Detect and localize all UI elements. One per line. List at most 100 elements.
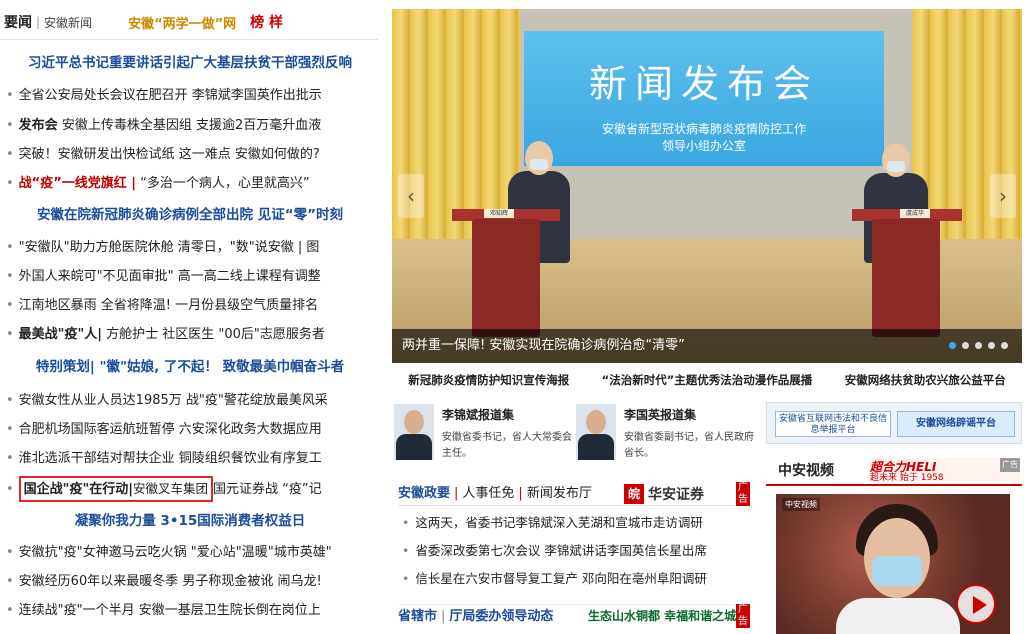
gov-news-link[interactable]: • 省委深改委第七次会议 李锦斌讲话李国英信长星出席 (398, 538, 750, 564)
news-link-text[interactable]: 连续战"疫"一个半月 安徽一基层卫生院长倒在岗位上 (19, 603, 321, 618)
promo-link-role-model[interactable]: 榜 样 (250, 12, 283, 32)
news-carousel[interactable]: 新闻发布会 安徽省新型冠状病毒肺炎疫情防控工作 领导小组办公室 邓知辉 虞成华 … (392, 9, 1022, 363)
podium (872, 219, 940, 337)
carousel-dot[interactable] (975, 342, 982, 349)
tab-gov-affairs[interactable]: 安徽政要 (398, 486, 450, 501)
leader-portrait[interactable] (394, 404, 434, 460)
leader-report-card[interactable]: 李国英报道集 安徽省委副书记，省人民政府省长。 (576, 404, 756, 466)
tab-appointments[interactable]: 人事任免 (462, 486, 514, 501)
gov-news-link[interactable]: • 这两天，省委书记李锦斌深入芜湖和宣城市走访调研 (398, 510, 750, 536)
carousel-dot[interactable] (1001, 342, 1008, 349)
tongling-ad[interactable]: 生态山水铜都 幸福和谐之城 (588, 604, 736, 628)
news-label[interactable]: 发布会 (19, 118, 58, 133)
news-link-text[interactable]: 合肥机场国际客运航班暂停 六安深化政务大数据应用 (19, 422, 322, 437)
promo-link-study[interactable]: 安徽“两学一做”网 (128, 13, 236, 32)
tab-separator: | (36, 15, 41, 29)
headline-link[interactable]: 特别策划| "徽"姑娘, 了不起！ 致敬最美巾帼奋斗者 (0, 354, 380, 380)
news-link[interactable]: • 淮北选派干部结对帮扶企业 铜陵组织餐饮业有序复工 (4, 446, 380, 472)
heli-ad[interactable]: 超合力HELI 超未来 始于 1958 广告 (870, 458, 1020, 483)
tab-anhui-news[interactable]: 安徽新闻 (44, 14, 92, 31)
huaan-ad-text[interactable]: 华安证券 (648, 484, 704, 504)
news-link[interactable]: • 国企战"疫"在行动|安徽叉车集团 国元证券战 “疫”记 (4, 476, 380, 504)
news-link[interactable]: • 安徽抗"疫"女神邀马云吃火锅 "爱心站"温暖"城市英雄" (4, 540, 380, 566)
headline-link[interactable]: 凝聚你我力量 3•15国际消费者权益日 (0, 508, 380, 534)
news-link[interactable]: • 外国人来皖可"不见面审批" 高一高二线上课程有调整 (4, 264, 380, 290)
play-icon[interactable] (956, 584, 996, 624)
bullet-icon: • (6, 240, 14, 255)
illegal-info-report-banner[interactable]: 安徽省互联网违法和不良信息举报平台 (775, 411, 891, 437)
news-link[interactable]: • 连续战"疫"一个半月 安徽一基层卫生院长倒在岗位上 (4, 598, 380, 624)
news-link[interactable]: • 最美战"疫"人| 方舱护士 社区医生 "00后"志愿服务者 (4, 322, 380, 348)
bullet-icon: • (6, 88, 14, 103)
news-link-text[interactable]: 安徽抗"疫"女神邀马云吃火锅 "爱心站"温暖"城市英雄" (19, 545, 332, 560)
bullet-icon: • (402, 571, 410, 586)
news-label[interactable]: 国企战"疫"在行动| (24, 482, 133, 497)
news-link-text[interactable]: 安徽上传毒株全基因组 支援逾2百万毫升血液 (58, 118, 321, 133)
leader-portrait[interactable] (576, 404, 616, 460)
feature-link[interactable]: 安徽网络扶贫助农兴旅公益平台 (845, 372, 1006, 392)
headline-link[interactable]: 习近平总书记重要讲话引起广大基层扶贫干部强烈反响 (0, 50, 380, 76)
news-link[interactable]: • 安徽经历60年以来最暖冬季 男子称现金被讹 闹乌龙! (4, 569, 380, 595)
screen-subtitle-line: 安徽省新型冠状病毒肺炎疫情防控工作 (601, 122, 806, 136)
carousel-next-icon[interactable]: › (990, 174, 1016, 218)
carousel-dot[interactable] (949, 342, 956, 349)
feature-link[interactable]: 新冠肺炎疫情防护知识宣传海报 (408, 372, 569, 392)
bullet-icon: • (402, 543, 410, 558)
leader-description: 安徽省委书记，省人大常委会主任。 (442, 432, 572, 459)
leader-name[interactable]: 李国英报道集 (624, 406, 696, 423)
carousel-dot[interactable] (962, 342, 969, 349)
tab-separator: | (441, 609, 446, 624)
conference-screen: 新闻发布会 安徽省新型冠状病毒肺炎疫情防控工作 领导小组办公室 (524, 31, 884, 166)
news-link-text[interactable]: 全省公安局处长会议在肥召开 李锦斌李国英作出批示 (19, 88, 322, 103)
news-link-text[interactable]: 安徽女性从业人员达1985万 战"疫"警花绽放最美风采 (19, 393, 328, 408)
bullet-icon: • (402, 515, 410, 530)
gov-news-text[interactable]: 省委深改委第七次会议 李锦斌讲话李国英信长星出席 (415, 543, 706, 558)
leader-report-card[interactable]: 李锦斌报道集 安徽省委书记，省人大常委会主任。 (394, 404, 574, 466)
tab-headlines[interactable]: 要闻 (4, 12, 32, 32)
news-link[interactable]: • 战“疫”一线党旗红 | “多治一个病人，心里就高兴” (4, 171, 380, 197)
news-link[interactable]: • 江南地区暴雨 全省将降温! 一月份县级空气质量排名 (4, 293, 380, 319)
bullet-icon: • (6, 482, 14, 497)
gov-news-text[interactable]: 信长星在六安市督导复工复产 邓向阳在亳州阜阳调研 (415, 571, 706, 586)
news-link[interactable]: • 全省公安局处长会议在肥召开 李锦斌李国英作出批示 (4, 83, 380, 109)
leader-name[interactable]: 李锦斌报道集 (442, 406, 514, 423)
heli-ad-line[interactable]: 超未来 始于 1958 (870, 470, 944, 483)
news-link[interactable]: • "安徽队"助力方舱医院休舱 清零日，"数"说安徽 | 图 (4, 235, 380, 261)
news-link-text[interactable]: 淮北选派干部结对帮扶企业 铜陵组织餐饮业有序复工 (19, 451, 322, 466)
leader-description: 安徽省委副书记，省人民政府省长。 (624, 432, 754, 459)
news-link-text[interactable]: 国元证券战 “疫”记 (213, 482, 322, 497)
news-link-text[interactable]: "安徽队"助力方舱医院休舱 清零日，"数"说安徽 | 图 (19, 240, 320, 255)
news-link[interactable]: • 合肥机场国际客运航班暂停 六安深化政务大数据应用 (4, 417, 380, 443)
headline-link[interactable]: 安徽在院新冠肺炎确诊病例全部出院 见证“零”时刻 (0, 202, 380, 228)
video-person-body (836, 598, 960, 634)
carousel-prev-icon[interactable]: ‹ (398, 174, 424, 218)
news-link-text[interactable]: 外国人来皖可"不见面审批" 高一高二线上课程有调整 (19, 269, 321, 284)
carousel-caption-bar[interactable]: 两并重一保障! 安徽实现在院确诊病例治愈“清零” (392, 329, 1022, 363)
tab-press-room[interactable]: 新闻发布厅 (527, 486, 592, 501)
tab-department-leaders[interactable]: 厅局委办领导动态 (449, 609, 553, 624)
video-section-title[interactable]: 中安视频 (778, 460, 834, 480)
tab-cities[interactable]: 省辖市 (398, 609, 437, 624)
ad-badge: 广告 (736, 604, 750, 628)
news-label[interactable]: 最美战"疫"人| (19, 327, 102, 342)
news-link-text[interactable]: 江南地区暴雨 全省将降温! 一月份县级空气质量排名 (19, 298, 318, 313)
news-link-text[interactable]: 方舱护士 社区医生 "00后"志愿服务者 (102, 327, 325, 342)
news-link-text[interactable]: 安徽经历60年以来最暖冬季 男子称现金被讹 闹乌龙! (19, 574, 322, 589)
highlighted-link-box[interactable]: 国企战"疫"在行动|安徽叉车集团 (18, 476, 213, 502)
video-thumbnail[interactable]: 中安视频 (776, 494, 1010, 634)
rumor-refute-banner[interactable]: 安徽网络辟谣平台 (897, 411, 1015, 437)
news-link-text[interactable]: 安徽叉车集团 (133, 481, 208, 496)
news-link[interactable]: • 突破！安徽研发出快检试纸 这一难点 安徽如何做的? (4, 142, 380, 168)
news-link[interactable]: • 发布会 安徽上传毒株全基因组 支援逾2百万毫升血液 (4, 113, 380, 139)
gov-news-text[interactable]: 这两天，省委书记李锦斌深入芜湖和宣城市走访调研 (415, 515, 703, 530)
gov-news-link[interactable]: • 信长星在六安市督导复工复产 邓向阳在亳州阜阳调研 (398, 566, 750, 592)
bullet-icon: • (6, 545, 14, 560)
huaan-logo-icon[interactable]: 皖 (624, 484, 644, 504)
carousel-dot[interactable] (988, 342, 995, 349)
news-link-text[interactable]: “多治一个病人，心里就高兴” (136, 176, 309, 191)
news-label[interactable]: 战“疫”一线党旗红 | (19, 176, 136, 191)
news-link[interactable]: • 安徽女性从业人员达1985万 战"疫"警花绽放最美风采 (4, 388, 380, 414)
news-link-text[interactable]: 突破！安徽研发出快检试纸 这一难点 安徽如何做的? (19, 147, 320, 162)
carousel-caption[interactable]: 两并重一保障! 安徽实现在院确诊病例治愈“清零” (402, 329, 685, 363)
feature-link[interactable]: “法治新时代”主题优秀法治动漫作品展播 (602, 372, 813, 392)
